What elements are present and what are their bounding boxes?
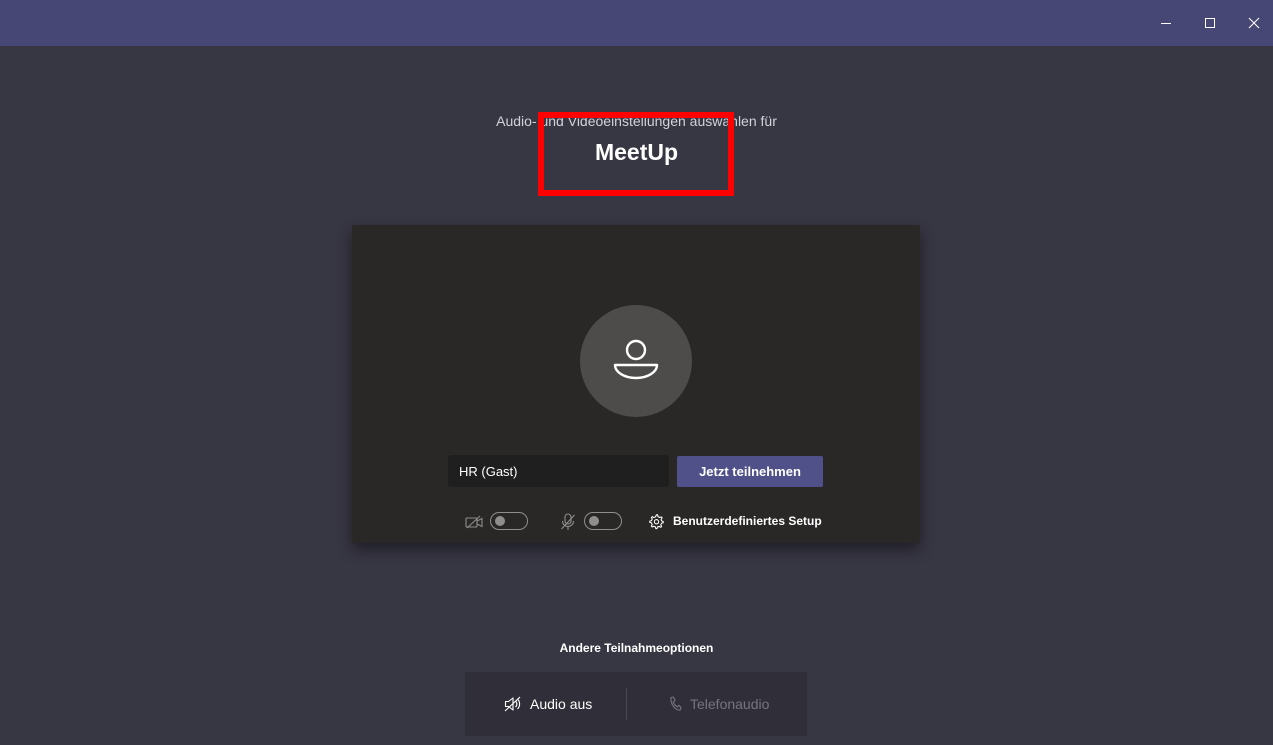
mic-off-icon [558, 512, 578, 532]
minimize-icon [1161, 23, 1171, 24]
close-button[interactable] [1239, 8, 1269, 38]
phone-audio-option[interactable]: Telefonaudio [668, 672, 769, 736]
other-options-heading: Andere Teilnahmeoptionen [559, 641, 714, 655]
person-icon [613, 339, 659, 380]
phone-audio-label: Telefonaudio [690, 696, 770, 712]
minimize-button[interactable] [1151, 8, 1181, 38]
guest-name-input[interactable] [448, 455, 669, 487]
phone-icon [670, 696, 682, 711]
settings-subtitle: Audio- und Videoeinstellungen auswählen … [496, 113, 777, 129]
camera-toggle[interactable] [490, 512, 528, 530]
speaker-off-icon [504, 696, 521, 712]
video-preview-card: Jetzt teilnehmen Benutzerdefiniertes Set… [352, 225, 920, 543]
avatar [580, 305, 692, 417]
mic-toggle[interactable] [584, 512, 622, 530]
custom-setup-link[interactable]: Benutzerdefiniertes Setup [648, 511, 822, 531]
mic-toggle-knob [589, 516, 599, 526]
other-options-panel: Audio aus Telefonaudio [465, 672, 807, 736]
maximize-button[interactable] [1195, 8, 1225, 38]
options-divider [626, 688, 627, 720]
audio-off-option[interactable]: Audio aus [504, 672, 592, 736]
maximize-icon [1205, 18, 1215, 28]
gear-icon [649, 513, 664, 529]
join-now-button[interactable]: Jetzt teilnehmen [677, 456, 823, 487]
audio-off-label: Audio aus [530, 696, 593, 712]
camera-off-icon [464, 513, 484, 531]
close-icon [1248, 17, 1260, 29]
title-bar [0, 0, 1273, 46]
custom-setup-label: Benutzerdefiniertes Setup [673, 514, 822, 528]
camera-toggle-knob [495, 516, 505, 526]
meeting-title: MeetUp [594, 139, 679, 165]
